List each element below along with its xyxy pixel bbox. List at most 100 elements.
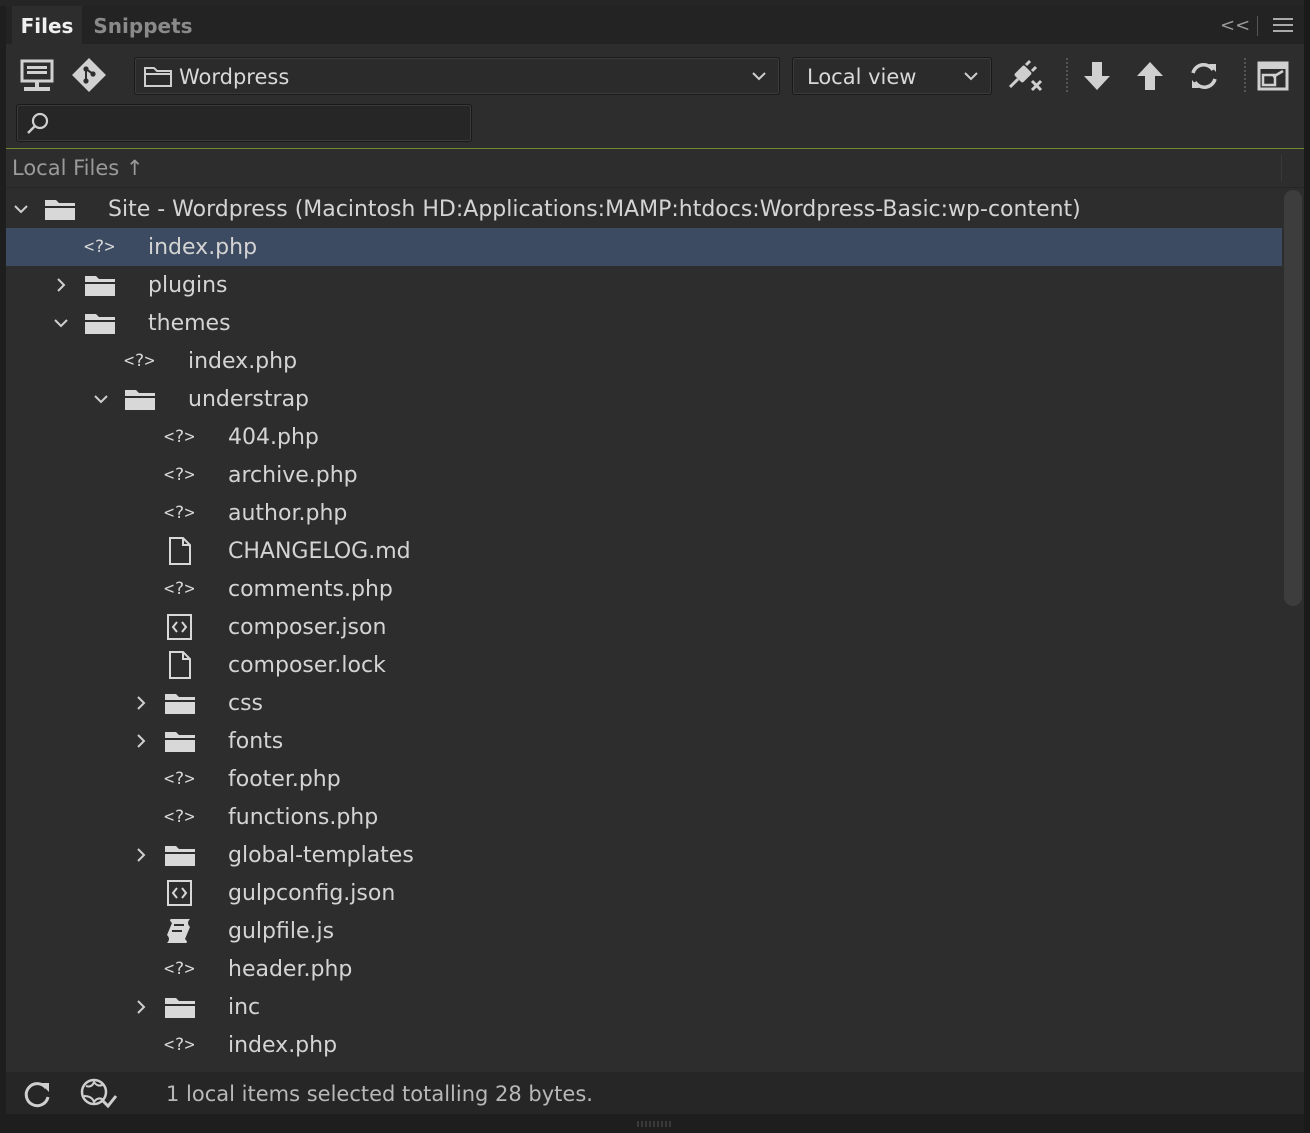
disconnect-plug-icon[interactable] bbox=[1004, 57, 1043, 95]
tree-item-label: CHANGELOG.md bbox=[228, 539, 411, 564]
chevron-right-icon[interactable] bbox=[132, 846, 150, 864]
tree-item-label: functions.php bbox=[228, 805, 379, 830]
status-bar: 1 local items selected totalling 28 byte… bbox=[6, 1072, 1304, 1114]
folder-icon bbox=[82, 270, 118, 300]
scrollbar-thumb[interactable] bbox=[1284, 190, 1302, 606]
site-select-value: Wordpress bbox=[179, 65, 290, 89]
document-icon bbox=[162, 650, 198, 680]
folder-icon bbox=[162, 726, 198, 756]
tree-row[interactable]: gulpconfig.json bbox=[6, 874, 1282, 912]
tab-files[interactable]: Files bbox=[12, 6, 82, 44]
folder-icon bbox=[162, 688, 198, 718]
tree-item-label: gulpconfig.json bbox=[228, 881, 396, 906]
tree-item-label: fonts bbox=[228, 729, 284, 754]
files-column-header[interactable]: Local Files ↑ bbox=[6, 149, 1304, 188]
tree-item-label: index.php bbox=[148, 235, 258, 260]
refresh-icon[interactable] bbox=[1185, 57, 1223, 95]
column-divider bbox=[1281, 155, 1282, 181]
tree-row[interactable]: <?> index.php bbox=[6, 1026, 1282, 1064]
php-file-icon: <?> bbox=[162, 954, 198, 984]
tree-row[interactable]: <?> comments.php bbox=[6, 570, 1282, 608]
svg-text:<?>: <?> bbox=[84, 237, 115, 257]
tree-row[interactable]: <?> index.php bbox=[6, 228, 1282, 266]
chevron-down-icon[interactable] bbox=[12, 200, 30, 218]
tree-row[interactable]: <?> header.php bbox=[6, 950, 1282, 988]
tree-item-label: inc bbox=[228, 995, 261, 1020]
svg-text:<?>: <?> bbox=[164, 579, 195, 599]
sort-ascending-icon: ↑ bbox=[125, 156, 144, 180]
chevron-down-icon[interactable] bbox=[52, 314, 70, 332]
tree-item-label: understrap bbox=[188, 387, 310, 412]
put-files-up-arrow-icon[interactable] bbox=[1131, 57, 1169, 95]
file-tree: Site - Wordpress (Macintosh HD:Applicati… bbox=[6, 190, 1282, 1070]
tree-row[interactable]: composer.json bbox=[6, 608, 1282, 646]
tree-item-label: footer.php bbox=[228, 767, 341, 792]
tree-item-label: global-templates bbox=[228, 843, 414, 868]
collapse-panel-button[interactable]: << bbox=[1220, 12, 1250, 40]
svg-text:<?>: <?> bbox=[164, 427, 195, 447]
view-select[interactable]: Local view bbox=[792, 57, 992, 95]
site-select[interactable]: Wordpress bbox=[134, 57, 780, 95]
tree-item-label: archive.php bbox=[228, 463, 358, 488]
tree-row[interactable]: plugins bbox=[6, 266, 1282, 304]
tab-snippets[interactable]: Snippets bbox=[88, 6, 198, 44]
refresh-icon[interactable] bbox=[20, 1078, 54, 1114]
tree-row[interactable]: composer.lock bbox=[6, 646, 1282, 684]
git-icon[interactable] bbox=[70, 56, 108, 94]
panel-menu-button[interactable] bbox=[1270, 14, 1296, 38]
expand-panel-icon[interactable] bbox=[1255, 57, 1293, 95]
tree-row[interactable]: <?> archive.php bbox=[6, 456, 1282, 494]
folder-icon bbox=[122, 384, 158, 414]
tree-row[interactable]: global-templates bbox=[6, 836, 1282, 874]
tree-row[interactable]: Site - Wordpress (Macintosh HD:Applicati… bbox=[6, 190, 1282, 228]
php-file-icon: <?> bbox=[82, 232, 118, 262]
tree-row[interactable]: <?> footer.php bbox=[6, 760, 1282, 798]
chevron-right-icon[interactable] bbox=[132, 998, 150, 1016]
tree-item-label: comments.php bbox=[228, 577, 393, 602]
tree-row[interactable]: css bbox=[6, 684, 1282, 722]
php-file-icon: <?> bbox=[162, 764, 198, 794]
tree-row[interactable]: fonts bbox=[6, 722, 1282, 760]
local-files-header[interactable]: Local Files ↑ bbox=[12, 149, 143, 187]
search-input[interactable] bbox=[16, 104, 472, 142]
status-text: 1 local items selected totalling 28 byte… bbox=[166, 1082, 593, 1106]
tree-item-label: gulpfile.js bbox=[228, 919, 335, 944]
tree-row[interactable]: CHANGELOG.md bbox=[6, 532, 1282, 570]
svg-text:<?>: <?> bbox=[164, 769, 195, 789]
tree-row[interactable]: <?> 404.php bbox=[6, 418, 1282, 456]
svg-text:<?>: <?> bbox=[164, 1035, 195, 1055]
script-file-icon bbox=[162, 916, 198, 946]
tree-item-label: index.php bbox=[228, 1033, 338, 1058]
folder-icon bbox=[82, 308, 118, 338]
window-right-edge bbox=[1304, 0, 1310, 1132]
resize-grip[interactable] bbox=[636, 1114, 674, 1127]
folder-icon bbox=[143, 63, 173, 93]
toolbar-divider bbox=[1244, 58, 1248, 92]
connect-remote-icon[interactable] bbox=[18, 57, 56, 95]
chevron-right-icon[interactable] bbox=[132, 694, 150, 712]
php-file-icon: <?> bbox=[162, 802, 198, 832]
globe-log-icon[interactable] bbox=[78, 1076, 118, 1114]
tree-row[interactable]: <?> author.php bbox=[6, 494, 1282, 532]
tree-row[interactable]: <?> functions.php bbox=[6, 798, 1282, 836]
tree-item-label: index.php bbox=[188, 349, 298, 374]
svg-text:<?>: <?> bbox=[164, 959, 195, 979]
tree-row[interactable]: themes bbox=[6, 304, 1282, 342]
chevron-down-icon[interactable] bbox=[92, 390, 110, 408]
get-files-down-arrow-icon[interactable] bbox=[1078, 57, 1116, 95]
chevron-right-icon[interactable] bbox=[132, 732, 150, 750]
tree-row[interactable]: gulpfile.js bbox=[6, 912, 1282, 950]
tree-row[interactable]: understrap bbox=[6, 380, 1282, 418]
chevron-down-icon bbox=[749, 66, 769, 86]
panel-tab-bar: Files Snippets << bbox=[6, 6, 1304, 44]
search-icon bbox=[25, 111, 51, 141]
tree-row[interactable]: inc bbox=[6, 988, 1282, 1026]
tree-item-label: author.php bbox=[228, 501, 348, 526]
tree-item-label: 404.php bbox=[228, 425, 319, 450]
chevron-right-icon[interactable] bbox=[52, 276, 70, 294]
php-file-icon: <?> bbox=[122, 346, 158, 376]
php-file-icon: <?> bbox=[162, 498, 198, 528]
tree-item-label: plugins bbox=[148, 273, 228, 298]
folder-icon bbox=[162, 840, 198, 870]
tree-row[interactable]: <?> index.php bbox=[6, 342, 1282, 380]
